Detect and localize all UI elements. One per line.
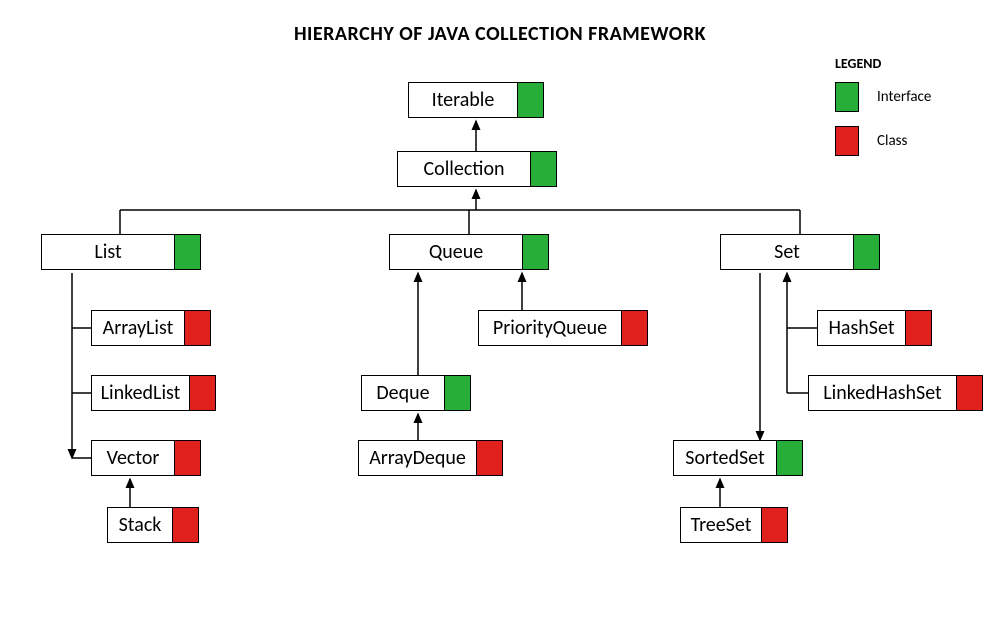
node-priorityqueue: PriorityQueue <box>478 310 648 346</box>
node-collection: Collection <box>397 151 557 187</box>
legend: LEGEND Interface Class <box>835 55 931 170</box>
node-iterable: Iterable <box>408 82 544 118</box>
interface-tag-icon <box>517 83 543 117</box>
node-deque: Deque <box>361 375 471 411</box>
class-tag-icon <box>761 508 787 542</box>
class-tag-icon <box>172 508 198 542</box>
node-arraylist: ArrayList <box>91 310 211 346</box>
legend-heading: LEGEND <box>835 55 931 72</box>
node-queue: Queue <box>389 234 549 270</box>
node-set-label: Set <box>721 240 853 264</box>
node-stack-label: Stack <box>108 513 172 537</box>
node-arraydeque-label: ArrayDeque <box>359 446 476 470</box>
node-list-label: List <box>42 240 174 264</box>
node-list: List <box>41 234 201 270</box>
node-hashset: HashSet <box>817 310 932 346</box>
interface-tag-icon <box>530 152 556 186</box>
node-arraydeque: ArrayDeque <box>358 440 503 476</box>
class-swatch-icon <box>835 126 859 156</box>
class-tag-icon <box>174 441 200 475</box>
node-vector: Vector <box>91 440 201 476</box>
node-stack: Stack <box>107 507 199 543</box>
node-sortedset: SortedSet <box>673 440 803 476</box>
node-priorityqueue-label: PriorityQueue <box>479 316 621 340</box>
node-vector-label: Vector <box>92 446 174 470</box>
node-treeset-label: TreeSet <box>681 513 761 537</box>
node-deque-label: Deque <box>362 381 444 405</box>
node-collection-label: Collection <box>398 157 530 181</box>
interface-tag-icon <box>776 441 802 475</box>
interface-tag-icon <box>174 235 200 269</box>
class-tag-icon <box>184 311 210 345</box>
node-linkedlist: LinkedList <box>91 375 216 411</box>
interface-tag-icon <box>444 376 470 410</box>
class-tag-icon <box>905 311 931 345</box>
interface-tag-icon <box>853 235 879 269</box>
legend-row-class: Class <box>835 126 931 156</box>
class-tag-icon <box>621 311 647 345</box>
node-linkedlist-label: LinkedList <box>92 381 189 405</box>
class-tag-icon <box>476 441 502 475</box>
interface-swatch-icon <box>835 82 859 112</box>
legend-interface-label: Interface <box>877 88 931 106</box>
interface-tag-icon <box>522 235 548 269</box>
legend-class-label: Class <box>877 132 907 150</box>
node-arraylist-label: ArrayList <box>92 316 184 340</box>
class-tag-icon <box>956 376 982 410</box>
diagram-title: HIERARCHY OF JAVA COLLECTION FRAMEWORK <box>0 22 1000 46</box>
node-treeset: TreeSet <box>680 507 788 543</box>
legend-row-interface: Interface <box>835 82 931 112</box>
node-iterable-label: Iterable <box>409 88 517 112</box>
node-linkedhashset: LinkedHashSet <box>808 375 983 411</box>
node-sortedset-label: SortedSet <box>674 446 776 470</box>
node-linkedhashset-label: LinkedHashSet <box>809 381 956 405</box>
node-hashset-label: HashSet <box>818 316 905 340</box>
node-set: Set <box>720 234 880 270</box>
node-queue-label: Queue <box>390 240 522 264</box>
class-tag-icon <box>189 376 215 410</box>
